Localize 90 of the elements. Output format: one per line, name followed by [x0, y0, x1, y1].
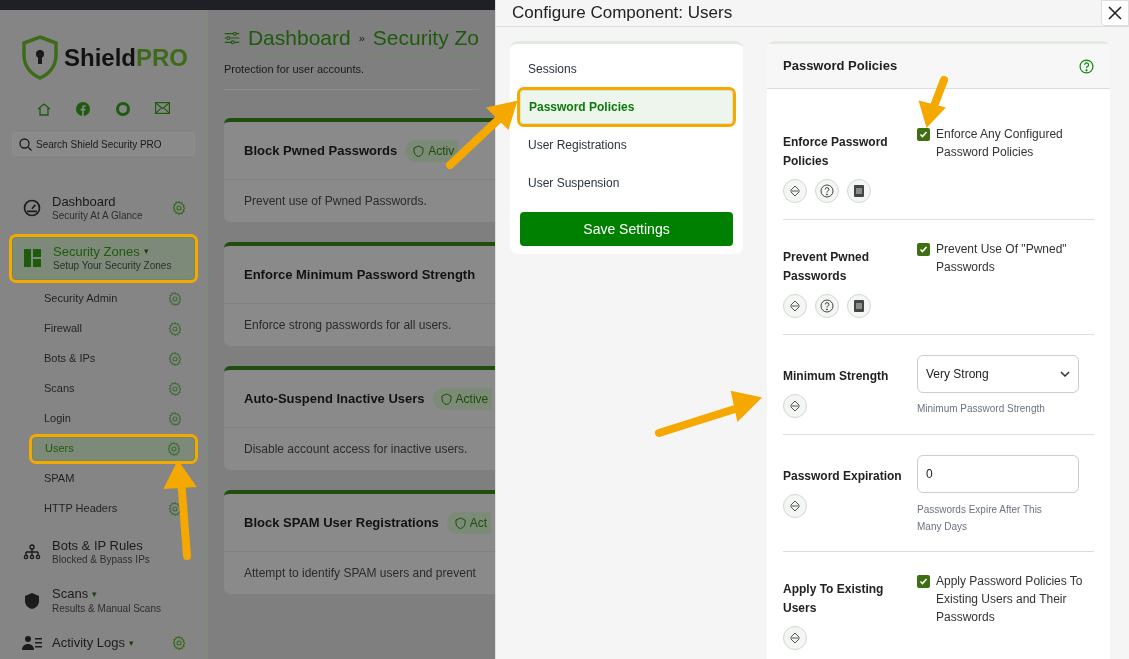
document-icon[interactable] [847, 179, 871, 203]
checkbox-label: Apply Password Policies To Existing Users and Their Passwords [936, 573, 1084, 626]
field-hint: Minimum Password Strength [917, 402, 1046, 416]
sidebar-subitem[interactable]: SPAM [32, 466, 195, 491]
setting-label: Minimum Strength [783, 368, 890, 385]
card-description: Prevent use of Pwned Passwords. [244, 193, 427, 210]
active-badge: Activ [405, 139, 459, 162]
help-icon[interactable] [1079, 58, 1094, 74]
gauge-icon [22, 198, 42, 219]
nav-label: Bots & IP Rules [52, 537, 143, 554]
brand-name: ShieldPRO [64, 43, 189, 73]
chevron-down-icon [1060, 371, 1070, 377]
caret-icon: ▾ [129, 637, 134, 649]
nav-subtitle: Results & Manual Scans [52, 602, 162, 615]
settings-nav-item[interactable]: Sessions [520, 52, 733, 86]
nav-label: Scans [52, 586, 89, 603]
card-description: Disable account access for inactive users. [244, 441, 468, 458]
checkbox[interactable] [917, 128, 930, 141]
card-title: Auto-Suspend Inactive Users [244, 389, 425, 408]
page-subtitle: Protection for user accounts. [224, 60, 479, 90]
settings-nav-item[interactable]: Password Policies [520, 90, 733, 124]
card-description: Attempt to identify SPAM users and prevent [244, 565, 476, 582]
nav-label: Security Zones [53, 243, 140, 260]
nav-subtitle: Blocked & Bypass IPs [52, 553, 151, 567]
expand-icon[interactable] [783, 626, 807, 650]
caret-icon: ▾ [92, 588, 98, 600]
checkbox[interactable] [917, 575, 930, 588]
gear-icon[interactable] [167, 500, 183, 517]
expand-icon[interactable] [783, 394, 807, 418]
settings-nav-item[interactable]: User Suspension [520, 166, 733, 200]
card-title: Block Pwned Passwords [244, 141, 398, 160]
home-icon[interactable] [36, 102, 51, 116]
sidebar-subitem[interactable]: Security Admin [32, 286, 195, 311]
arrow-drawing [918, 76, 948, 128]
card-title: Block SPAM User Registrations [244, 513, 439, 532]
shield-check-icon [440, 392, 452, 405]
sidebar-subitem[interactable]: Firewall [32, 316, 195, 341]
sidebar-item[interactable]: Dashboard Security At A Glance [12, 188, 195, 229]
network-icon [23, 543, 41, 560]
expand-icon[interactable] [783, 494, 807, 518]
active-badge: Act [446, 511, 492, 534]
number-field[interactable]: 0 [917, 455, 1079, 493]
check-icon [919, 130, 928, 139]
nav-subtitle: Security At A Glance [52, 210, 144, 223]
settings-nav-item[interactable]: User Registrations [520, 128, 733, 162]
sidebar-subitem[interactable]: Scans [32, 376, 195, 401]
setting-label: Enforce Password Policies [783, 134, 889, 170]
checkbox[interactable] [917, 243, 930, 256]
breadcrumb-separator: » [358, 31, 365, 46]
expand-icon[interactable] [783, 294, 807, 318]
close-icon [1107, 5, 1123, 21]
shield-check-icon [413, 144, 425, 157]
shield-check-icon [454, 516, 466, 529]
search-field[interactable]: Search Shield Security PRO [12, 132, 195, 156]
grid-icon [24, 249, 42, 268]
card-title: Enforce Minimum Password Strength [244, 265, 476, 284]
check-icon [919, 245, 928, 254]
sidebar-item[interactable]: Scans ▾ Results & Manual Scans [12, 580, 195, 621]
panel-title: Password Policies [783, 57, 898, 76]
field-hint: Passwords Expire After This Many Days [917, 503, 1043, 534]
sidebar-item[interactable]: Activity Logs ▾ [12, 629, 195, 658]
sidebar-item[interactable]: Security Zones ▾ Setup Your Security Zones [12, 236, 195, 280]
user-list-icon [22, 635, 42, 652]
nav-subtitle: Setup Your Security Zones [53, 260, 173, 273]
modal-title: Configure Component: Users [512, 2, 733, 25]
active-badge: Active [432, 387, 493, 410]
setting-label: Apply To Existing Users [783, 581, 885, 617]
shield-icon [24, 591, 40, 610]
select-field[interactable]: Very Strong [917, 355, 1079, 393]
setting-label: Prevent Pwned Passwords [783, 249, 871, 285]
mail-icon[interactable] [155, 102, 171, 114]
sidebar-subitem[interactable]: Login [32, 406, 195, 431]
facebook-icon[interactable] [76, 102, 91, 116]
check-icon [919, 577, 928, 586]
close-button[interactable] [1101, 0, 1129, 26]
sidebar-subitem[interactable]: HTTP Headers [32, 496, 195, 521]
save-settings-button[interactable]: Save Settings [520, 212, 733, 246]
card-description: Enforce strong passwords for all users. [244, 317, 452, 334]
nav-label: Activity Logs [52, 635, 125, 652]
shield-logo-icon [20, 34, 60, 82]
sidebar-subitem[interactable]: Bots & IPs [32, 346, 195, 371]
nav-label: Dashboard [52, 194, 116, 211]
expand-icon[interactable] [783, 179, 807, 203]
document-icon[interactable] [847, 294, 871, 318]
checkbox-label: Enforce Any Configured Password Policies [936, 126, 1064, 161]
checkbox-label: Prevent Use Of "Pwned" Passwords [936, 241, 1068, 276]
sidebar-item[interactable]: Bots & IP Rules Blocked & Bypass IPs [12, 531, 195, 573]
caret-icon: ▾ [143, 246, 149, 258]
setting-label: Password Expiration [783, 468, 903, 485]
search-icon [19, 137, 32, 151]
